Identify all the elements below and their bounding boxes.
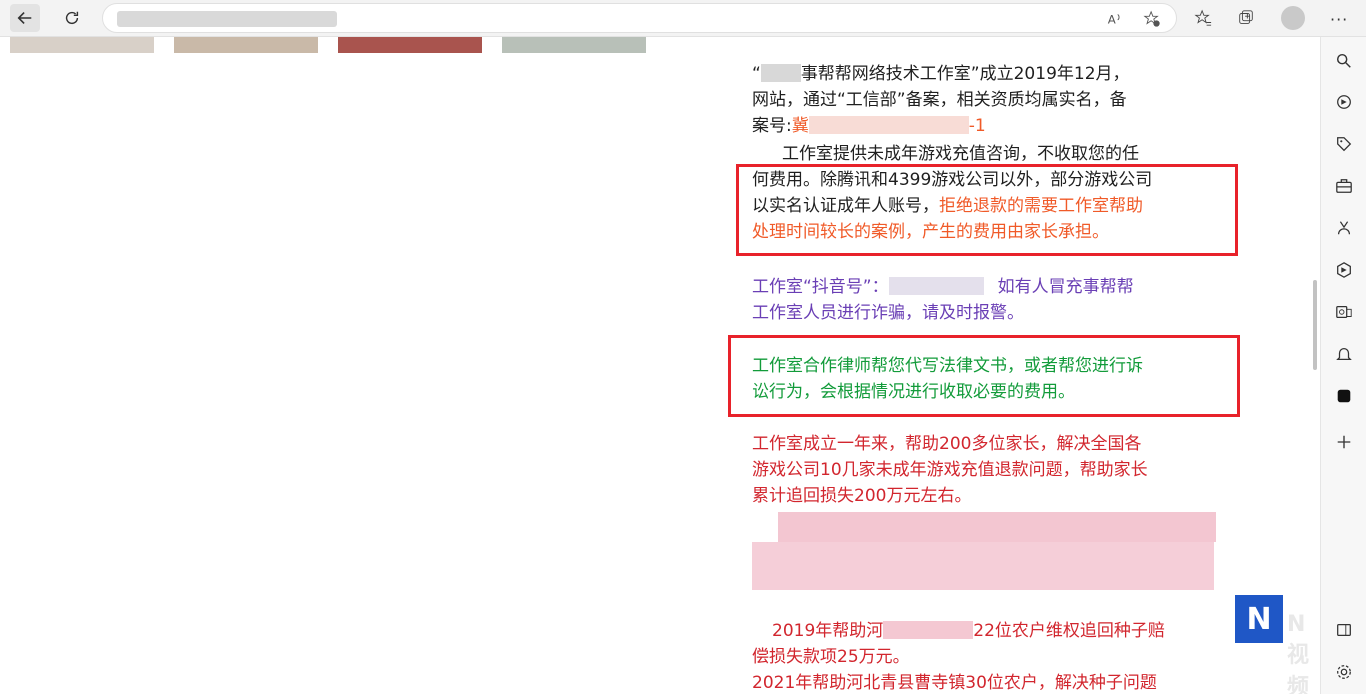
read-aloud-icon[interactable]: A [1106,10,1124,28]
search-icon[interactable] [1333,50,1355,72]
bell-icon[interactable] [1333,343,1355,365]
favorites-button[interactable] [1192,7,1214,29]
watermark-text: N视频 [1287,612,1310,694]
refresh-icon [65,11,79,25]
thumbnail-image[interactable] [10,37,154,53]
blurred-content [778,512,1216,542]
web-page: “ 事帮帮网络技术工作室”成立2019年12月， 网站，通过“工信部”备案，相关资… [0,37,1320,694]
add-icon[interactable] [1333,431,1355,453]
intro-paragraph: “ 事帮帮网络技术工作室”成立2019年12月， 网站，通过“工信部”备案，相关资… [752,61,1222,139]
text-fragment: 案号: [752,116,792,136]
text-fragment: 22位农户维权追回种子赔 [973,621,1165,641]
douyin-paragraph: 工作室“抖音号”： 如有人冒充事帮帮 工作室人员进行诈骗，请及时报警。 [752,274,1222,326]
text-line: 2021年帮助河北青县曹寺镇30位农户，解决种子问题 [752,673,1157,693]
text-line: 偿损失款项25万元。 [752,647,910,667]
app-icon[interactable] [1333,385,1355,407]
back-arrow-icon [17,12,32,24]
blurred-name [760,64,801,82]
more-icon[interactable]: ··· [1330,10,1348,29]
back-button[interactable] [10,4,40,32]
text-fragment: 2019年帮助河 [772,621,884,641]
tag-icon[interactable] [1333,133,1355,155]
text-fragment: 如有人冒充事帮帮 [997,277,1134,297]
text-fragment: 工作室“抖音号”： [752,277,889,297]
text-line: 工作室成立一年来，帮助200多位家长，解决全国各 [752,434,1142,454]
address-bar[interactable]: A [102,3,1177,33]
add-favorite-icon[interactable] [1143,10,1161,28]
thumbnail-image[interactable] [338,37,482,53]
games-icon[interactable] [1333,217,1355,239]
sidebar-panel-icon[interactable] [1333,619,1355,641]
scrollbar-thumb[interactable] [1313,280,1317,370]
refresh-button[interactable] [57,4,87,32]
svg-text:A: A [1108,13,1116,27]
collections-icon [1239,10,1253,24]
blurred-content [752,542,1214,590]
text-fragment: 事帮帮网络技术工作室”成立2019年12月， [800,64,1130,84]
text-line: 网站，通过“工信部”备案，相关资质均属实名，备 [752,90,1127,110]
browser-toolbar: A ··· [0,0,1366,37]
highlight-box [736,164,1238,256]
collections-button[interactable] [1235,7,1257,29]
toolbox-icon[interactable] [1333,175,1355,197]
blurred-record [808,116,969,134]
profile-icon[interactable] [1281,6,1305,30]
achievement-paragraph: 工作室成立一年来，帮助200多位家长，解决全国各 游戏公司10几家未成年游戏充值… [752,431,1222,509]
copilot-icon[interactable] [1333,259,1355,281]
text-line: 工作室人员进行诈骗，请及时报警。 [752,303,1024,323]
settings-icon[interactable] [1333,661,1355,683]
watermark-logo: N [1235,595,1283,643]
record-number-suffix: -1 [968,116,986,136]
discover-icon[interactable] [1333,91,1355,113]
record-number: 冀 [791,116,809,136]
highlight-box [728,335,1240,417]
text-fragment: “ [752,64,761,84]
text-line: 累计追回损失200万元左右。 [752,486,972,506]
blurred-location [883,621,974,639]
thumbnail-image[interactable] [174,37,318,53]
thumbnail-image[interactable] [502,37,646,53]
blurred-account [888,277,984,295]
favorites-icon [1194,9,1212,26]
text-line: 游戏公司10几家未成年游戏充值退款问题，帮助家长 [752,460,1148,480]
blurred-url [117,11,337,27]
case-paragraph: 2019年帮助河 22位农户维权追回种子赔 偿损失款项25万元。 2021年帮助河… [752,618,1222,694]
browser-sidebar [1320,37,1366,694]
outlook-icon[interactable] [1333,301,1355,323]
